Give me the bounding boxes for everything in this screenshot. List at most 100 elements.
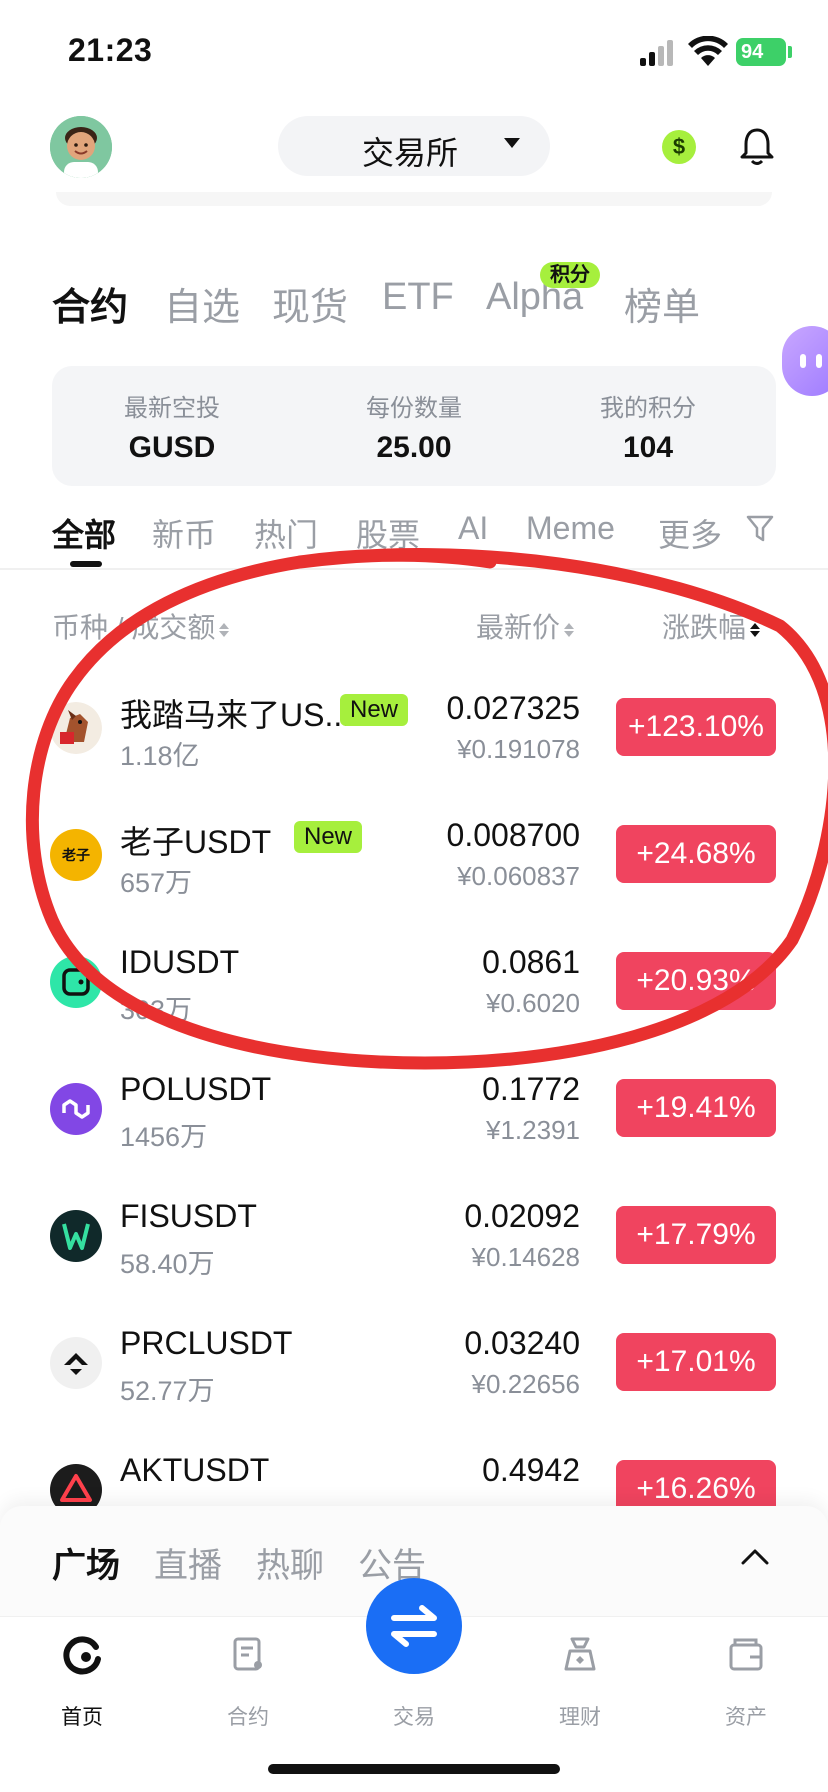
- nav-home-label: 首页: [61, 1706, 103, 1729]
- home-icon: [63, 1636, 101, 1675]
- divider: [0, 568, 828, 570]
- fis-coin-icon: [50, 1210, 102, 1262]
- change-badge[interactable]: +123.10%: [616, 698, 776, 756]
- airdrop-card[interactable]: 最新空投 GUSD 每份数量 25.00 我的积分 104: [52, 366, 776, 486]
- change-badge[interactable]: +17.01%: [616, 1333, 776, 1391]
- volume: 1456万: [120, 1122, 208, 1152]
- nav-home[interactable]: 首页: [22, 1635, 142, 1731]
- contract-icon: [233, 1637, 262, 1671]
- tab-square[interactable]: 广场: [52, 1538, 120, 1587]
- id-coin-icon: [50, 956, 102, 1008]
- tab-rankings[interactable]: 榜单: [624, 276, 700, 331]
- market-row[interactable]: FISUSDT 58.40万 0.02092 ¥0.14628 +17.79%: [0, 1174, 828, 1301]
- sort-icon: [219, 622, 230, 637]
- tab-spot[interactable]: 现货: [272, 276, 348, 331]
- wealth-icon: [564, 1637, 596, 1671]
- chevron-up-icon[interactable]: [740, 1546, 770, 1566]
- trade-button[interactable]: [366, 1578, 462, 1674]
- airdrop-latest-label: 最新空投: [124, 395, 220, 422]
- filter-more[interactable]: 更多: [658, 510, 722, 556]
- cellular-signal-icon: [640, 40, 676, 66]
- change-badge[interactable]: +19.41%: [616, 1079, 776, 1137]
- active-tab-indicator: [70, 561, 102, 567]
- pair-name: FISUSDT: [120, 1198, 257, 1234]
- pair-name: IDUSDT: [120, 944, 240, 980]
- exchange-label: 交易所: [362, 135, 459, 171]
- last-price: 0.027325: [446, 690, 580, 726]
- pair-name: AKTUSDT: [120, 1452, 270, 1488]
- dollar-coin-icon[interactable]: $: [662, 130, 696, 164]
- volume: 303万: [120, 995, 193, 1025]
- market-row[interactable]: PRCLUSDT 52.77万 0.03240 ¥0.22656 +17.01%: [0, 1301, 828, 1428]
- market-row[interactable]: POLUSDT 1456万 0.1772 ¥1.2391 +19.41%: [0, 1047, 828, 1174]
- last-price: 0.1772: [482, 1071, 580, 1107]
- filter-hot[interactable]: 热门: [254, 510, 318, 556]
- last-price: 0.008700: [446, 817, 580, 853]
- points-badge: 积分: [540, 262, 600, 288]
- filter-new[interactable]: 新币: [152, 510, 216, 556]
- laozi-coin-icon: 老子: [50, 829, 102, 881]
- tab-live[interactable]: 直播: [154, 1538, 222, 1587]
- tab-hot-chat[interactable]: 热聊: [256, 1538, 324, 1587]
- cny-price: ¥0.060837: [457, 861, 580, 891]
- change-badge[interactable]: +24.68%: [616, 825, 776, 883]
- cny-price: ¥0.14628: [471, 1242, 580, 1272]
- change-badge[interactable]: +17.79%: [616, 1206, 776, 1264]
- latest-price-header: 最新价: [476, 612, 561, 643]
- tab-watchlist[interactable]: 自选: [164, 276, 240, 331]
- assets-icon: [729, 1638, 763, 1671]
- prcl-coin-icon: [50, 1337, 102, 1389]
- user-avatar[interactable]: [50, 116, 112, 178]
- new-badge: New: [294, 821, 363, 853]
- assistant-bubble-icon[interactable]: [782, 326, 828, 396]
- bell-icon[interactable]: [740, 126, 774, 166]
- cny-price: ¥0.6020: [486, 988, 580, 1018]
- filter-stocks[interactable]: 股票: [356, 510, 420, 556]
- volume: 52.77万: [120, 1376, 215, 1406]
- sort-icon: [564, 622, 575, 637]
- filter-funnel-icon[interactable]: [746, 514, 774, 544]
- nav-contract[interactable]: 合约: [188, 1635, 308, 1731]
- last-price: 0.0861: [482, 944, 580, 980]
- sort-icon: [750, 622, 761, 637]
- last-price: 0.4942: [482, 1452, 580, 1488]
- nav-assets[interactable]: 资产: [686, 1635, 806, 1731]
- filter-all[interactable]: 全部: [52, 510, 116, 556]
- airdrop-points-value: 104: [622, 431, 674, 464]
- status-time: 21:23: [68, 32, 153, 68]
- nav-wealth[interactable]: 理财: [520, 1635, 640, 1731]
- tab-etf[interactable]: ETF: [382, 276, 454, 319]
- airdrop-points: 我的积分 104: [528, 388, 768, 465]
- sort-change[interactable]: 涨跌幅: [662, 606, 761, 646]
- filter-meme[interactable]: Meme: [526, 510, 615, 547]
- battery-level: 94: [741, 41, 764, 63]
- filter-ai[interactable]: AI: [458, 510, 488, 547]
- exchange-selector[interactable]: 交易所: [278, 116, 550, 176]
- airdrop-latest: 最新空投 GUSD: [52, 388, 292, 465]
- home-indicator: [268, 1764, 560, 1774]
- header-banner-edge: [56, 192, 772, 206]
- nav-trade-label: 交易: [393, 1706, 435, 1729]
- airdrop-per-share-value: 25.00: [376, 431, 452, 464]
- sort-coin-volume[interactable]: 币种 / 成交额: [52, 606, 230, 646]
- laozi-icon-text: 老子: [62, 847, 90, 863]
- swap-arrows-icon: [391, 1605, 437, 1647]
- change-badge[interactable]: +20.93%: [616, 952, 776, 1010]
- cny-price: ¥1.2391: [486, 1115, 580, 1145]
- status-bar: 21:23 94: [0, 0, 828, 100]
- airdrop-per-share: 每份数量 25.00: [294, 388, 534, 465]
- tab-contract[interactable]: 合约: [52, 276, 128, 331]
- last-price: 0.03240: [464, 1325, 580, 1361]
- market-row[interactable]: 我踏马来了US... New 1.18亿 0.027325 ¥0.191078 …: [0, 666, 828, 793]
- cny-price: ¥0.191078: [457, 734, 580, 764]
- sort-latest-price[interactable]: 最新价: [476, 606, 575, 646]
- horse-coin-icon: [50, 702, 102, 754]
- pair-name: 老子USDT: [120, 824, 272, 860]
- pair-name: PRCLUSDT: [120, 1325, 293, 1361]
- volume: 58.40万: [120, 1249, 215, 1279]
- market-row[interactable]: IDUSDT 303万 0.0861 ¥0.6020 +20.93%: [0, 920, 828, 1047]
- change-header: 涨跌幅: [662, 612, 747, 643]
- market-row[interactable]: 老子 老子USDT New 657万 0.008700 ¥0.060837 +2…: [0, 793, 828, 920]
- nav-assets-label: 资产: [725, 1706, 767, 1729]
- wifi-icon: [688, 36, 728, 66]
